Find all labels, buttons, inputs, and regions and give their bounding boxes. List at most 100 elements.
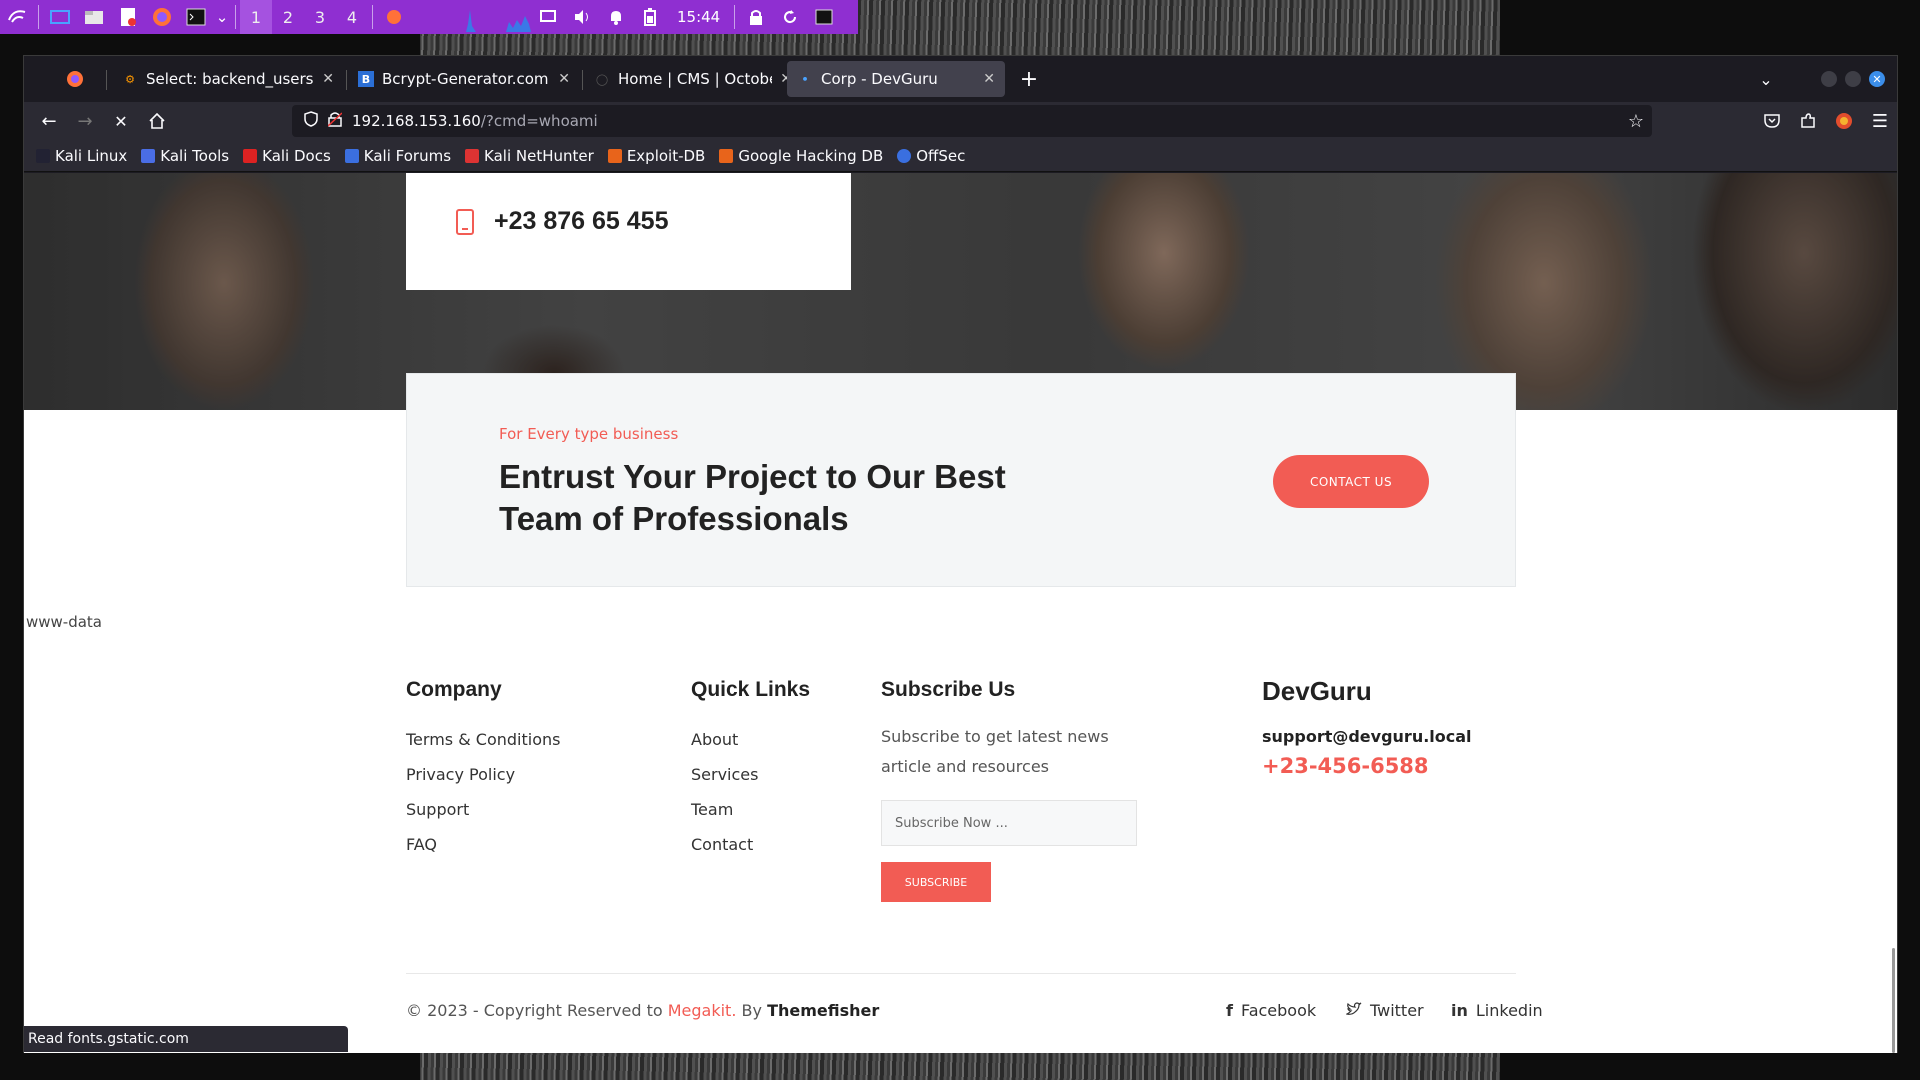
- close-icon[interactable]: ✕: [983, 71, 995, 87]
- bookmark-star-icon[interactable]: ☆: [1628, 111, 1644, 132]
- tab-select-backend-users[interactable]: ⚙ Select: backend_users - A ✕: [112, 61, 344, 97]
- panel-separator: [372, 5, 373, 29]
- tab-separator: [106, 70, 107, 90]
- bookmark-label: Kali Docs: [262, 146, 331, 165]
- url-path: /?cmd=whoami: [480, 112, 598, 130]
- themefisher-link[interactable]: Themefisher: [767, 1001, 879, 1020]
- insecure-lock-icon[interactable]: [327, 111, 343, 131]
- panel-separator: [734, 5, 736, 29]
- phpmyadmin-icon: ⚙: [125, 72, 135, 86]
- subscribe-email-input[interactable]: Subscribe Now ...: [881, 800, 1137, 846]
- footer-link-services[interactable]: Services: [691, 757, 810, 792]
- workspace-2[interactable]: 2: [272, 0, 304, 34]
- brand-name: DevGuru: [1262, 676, 1372, 706]
- maximize-button[interactable]: [1845, 71, 1861, 87]
- social-facebook[interactable]: f Facebook: [1226, 1001, 1316, 1020]
- terminal-tray-icon[interactable]: [807, 0, 841, 34]
- tab-separator: [582, 70, 583, 90]
- chevron-down-icon[interactable]: ⌄: [213, 0, 231, 34]
- home-icon[interactable]: [142, 106, 172, 136]
- contact-us-button[interactable]: CONTACT US: [1273, 455, 1429, 508]
- tab-octobercms[interactable]: ◯ Home | CMS | OctoberCMS ✕: [584, 61, 802, 97]
- minimize-button[interactable]: [1821, 71, 1837, 87]
- show-desktop-icon[interactable]: [43, 0, 77, 34]
- page-scrollbar[interactable]: [1892, 948, 1895, 1053]
- social-label: Facebook: [1240, 1001, 1317, 1020]
- close-icon[interactable]: ✕: [322, 71, 334, 87]
- footer-link-about[interactable]: About: [691, 722, 810, 757]
- workspace-3[interactable]: 3: [304, 0, 336, 34]
- terminal-icon[interactable]: [179, 0, 213, 34]
- shield-icon[interactable]: [304, 111, 318, 131]
- subscribe-button[interactable]: SUBSCRIBE: [881, 862, 991, 902]
- copyright-text: © 2023 - Copyright Reserved to: [406, 1001, 663, 1020]
- tab-bcrypt-generator[interactable]: B Bcrypt-Generator.com - G ✕: [348, 61, 580, 97]
- lock-icon[interactable]: [739, 0, 773, 34]
- footer-link-support[interactable]: Support: [406, 792, 560, 827]
- tab-title: Bcrypt-Generator.com - G: [382, 70, 550, 88]
- bookmark-kali-nethunter[interactable]: Kali NetHunter: [465, 147, 594, 165]
- footer-link-contact[interactable]: Contact: [691, 827, 810, 862]
- brand-email[interactable]: support@devguru.local: [1262, 727, 1472, 746]
- account-icon[interactable]: [1829, 106, 1859, 136]
- display-icon[interactable]: [531, 0, 565, 34]
- volume-icon[interactable]: [565, 0, 599, 34]
- bookmark-label: Exploit-DB: [626, 146, 706, 165]
- kali-menu-icon[interactable]: [0, 0, 34, 34]
- bookmark-kali-forums[interactable]: Kali Forums: [344, 147, 451, 165]
- cta-title: Entrust Your Project to Our Best Team of…: [499, 458, 1006, 537]
- extensions-icon[interactable]: [1793, 106, 1823, 136]
- bookmark-label: Kali Tools: [160, 146, 230, 165]
- refresh-icon[interactable]: [773, 0, 807, 34]
- footer-link-privacy[interactable]: Privacy Policy: [406, 757, 560, 792]
- workspace-1[interactable]: 1: [240, 0, 272, 34]
- footer-link-faq[interactable]: FAQ: [406, 827, 560, 862]
- bookmark-kali-linux[interactable]: Kali Linux: [36, 147, 127, 165]
- firefox-window-icon[interactable]: [377, 0, 411, 34]
- stop-loading-icon[interactable]: ✕: [106, 106, 136, 136]
- footer-subscribe: Subscribe Us Subscribe to get latest new…: [881, 678, 1137, 902]
- hamburger-menu-icon[interactable]: ☰: [1865, 106, 1895, 136]
- footer-link-team[interactable]: Team: [691, 792, 810, 827]
- cpu-graph: [421, 2, 531, 32]
- battery-icon[interactable]: [633, 0, 667, 34]
- close-icon[interactable]: ✕: [558, 71, 570, 87]
- top-panel: ⌄ 1 2 3 4 15:44: [0, 0, 858, 34]
- megakit-link[interactable]: Megakit.: [668, 1001, 737, 1020]
- url-bar[interactable]: 192.168.153.160/?cmd=whoami ☆: [292, 105, 1652, 137]
- social-label: Twitter: [1370, 1001, 1424, 1020]
- clock[interactable]: 15:44: [677, 8, 720, 26]
- bookmark-kali-docs[interactable]: Kali Docs: [243, 147, 331, 165]
- text-editor-icon[interactable]: [111, 0, 145, 34]
- linkedin-icon: in: [1451, 1001, 1468, 1020]
- footer-divider: [406, 973, 1516, 974]
- notification-icon[interactable]: [599, 0, 633, 34]
- bookmark-kali-tools[interactable]: Kali Tools: [141, 147, 229, 165]
- firefox-view-icon[interactable]: [60, 64, 90, 94]
- pocket-icon[interactable]: [1757, 106, 1787, 136]
- bookmark-exploit-db[interactable]: Exploit-DB: [607, 146, 706, 165]
- bookmark-google-hacking-db[interactable]: Google Hacking DB: [719, 147, 883, 165]
- workspace-4[interactable]: 4: [336, 0, 368, 34]
- file-manager-icon[interactable]: [77, 0, 111, 34]
- footer-link-terms[interactable]: Terms & Conditions: [406, 722, 560, 757]
- forward-arrow-icon[interactable]: →: [70, 106, 100, 136]
- contact-phone[interactable]: +23 876 65 455: [494, 207, 668, 236]
- list-all-tabs-chevron-icon[interactable]: ⌄: [1751, 64, 1781, 94]
- social-linkedin[interactable]: in Linkedin: [1451, 1001, 1543, 1020]
- web-page: +23 876 65 455 For Every type business E…: [24, 173, 1897, 1053]
- command-output: www-data: [26, 613, 103, 631]
- firefox-icon[interactable]: [145, 0, 179, 34]
- social-twitter[interactable]: Twitter: [1345, 1001, 1424, 1020]
- brand-phone[interactable]: +23-456-6588: [1262, 754, 1472, 778]
- nav-toolbar: ← → ✕ 192.168.153.160/?cmd=whoami ☆ ☰: [24, 102, 1897, 140]
- bookmarks-toolbar: Kali Linux Kali Tools Kali Docs Kali For…: [24, 140, 1897, 172]
- tab-title: Corp - DevGuru: [821, 70, 938, 88]
- back-arrow-icon[interactable]: ←: [34, 106, 64, 136]
- cta-section: For Every type business Entrust Your Pro…: [406, 373, 1516, 587]
- bookmark-offsec[interactable]: OffSec: [897, 147, 965, 165]
- kali-dragon-icon: [36, 148, 50, 163]
- new-tab-button[interactable]: +: [1014, 64, 1044, 94]
- tab-corp-devguru[interactable]: • Corp - DevGuru ✕: [787, 61, 1005, 97]
- close-window-button[interactable]: ✕: [1869, 71, 1885, 87]
